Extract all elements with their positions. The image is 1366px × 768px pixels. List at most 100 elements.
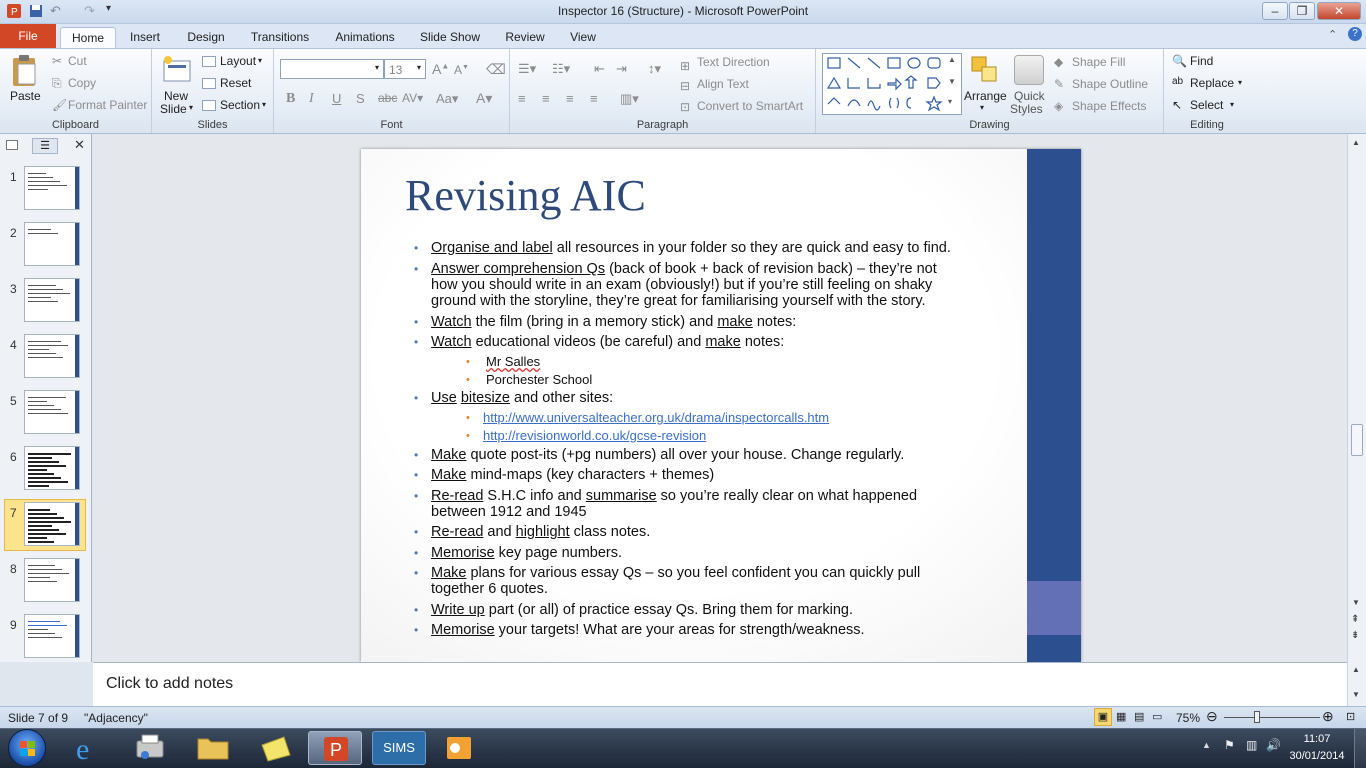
find-button[interactable]: Find — [1190, 54, 1213, 68]
cut-button[interactable]: Cut — [68, 54, 87, 68]
slide-thumbnail[interactable] — [24, 558, 80, 602]
bullet-11[interactable]: Make plans for various essay Qs – so you… — [431, 565, 920, 581]
slide-thumbnail[interactable] — [24, 334, 80, 378]
shapes-icon[interactable] — [823, 54, 961, 114]
bullet-10[interactable]: Memorise key page numbers. — [431, 545, 622, 561]
section-dropdown-icon[interactable]: ▾ — [262, 100, 266, 109]
quick-styles-label-2[interactable]: Styles — [1010, 102, 1043, 116]
columns-icon[interactable]: ▥▾ — [620, 91, 639, 107]
tab-view[interactable]: View — [562, 27, 604, 48]
bullet-4[interactable]: Watch educational videos (be careful) an… — [431, 334, 784, 350]
maximize-button[interactable]: ❐ — [1289, 2, 1315, 20]
link-universalteacher[interactable]: http://www.universalteacher.org.uk/drama… — [483, 410, 829, 426]
slide-title[interactable]: Revising AIC — [405, 170, 646, 221]
slide-thumbnail[interactable] — [24, 166, 80, 210]
bullet-5[interactable]: Use bitesize and other sites: — [431, 390, 613, 406]
slide-thumbnail[interactable] — [24, 222, 80, 266]
slide-thumbnail[interactable] — [24, 278, 80, 322]
slide-thumbnail[interactable] — [24, 446, 80, 490]
reset-button[interactable]: Reset — [220, 76, 251, 90]
bullet-7[interactable]: Make mind-maps (key characters + themes) — [431, 467, 714, 483]
scroll-thumb[interactable] — [1351, 424, 1363, 456]
clock-time[interactable]: 11:07 — [1292, 733, 1342, 745]
close-panel-icon[interactable]: ✕ — [74, 137, 85, 153]
normal-view-icon[interactable]: ▣ — [1094, 708, 1112, 726]
taskbar-powerpoint[interactable]: P — [308, 731, 362, 765]
font-size-dropdown-icon[interactable]: ▾ — [417, 63, 421, 72]
convert-smartart-button[interactable]: Convert to SmartArt — [697, 99, 803, 113]
slide-thumbnail[interactable] — [24, 390, 80, 434]
italic-icon[interactable]: I — [309, 91, 314, 107]
bullet-6[interactable]: Make quote post-its (+pg numbers) all ov… — [431, 447, 904, 463]
zoom-out-icon[interactable]: ⊖ — [1206, 708, 1218, 725]
shapes-scroll-down-icon[interactable]: ▼ — [948, 77, 956, 86]
shapes-scroll-up-icon[interactable]: ▲ — [948, 55, 956, 64]
taskbar-sticky-notes[interactable] — [248, 731, 302, 765]
notes-scroll-down-icon[interactable]: ▼ — [1352, 690, 1360, 699]
zoom-in-icon[interactable]: ⊕ — [1322, 708, 1334, 725]
show-desktop-button[interactable] — [1354, 729, 1366, 768]
clock-date[interactable]: 30/01/2014 — [1282, 750, 1352, 762]
bullet-13[interactable]: Memorise your targets! What are your are… — [431, 622, 865, 638]
layout-dropdown-icon[interactable]: ▾ — [258, 56, 262, 65]
taskbar-explorer[interactable] — [186, 731, 240, 765]
volume-icon[interactable]: 🔊 — [1266, 738, 1281, 752]
font-name-input[interactable] — [280, 59, 384, 79]
notes-pane[interactable] — [93, 662, 1347, 706]
select-dropdown-icon[interactable]: ▾ — [1230, 100, 1234, 109]
quick-styles-label-1[interactable]: Quick — [1014, 89, 1045, 103]
tab-home[interactable]: Home — [60, 27, 116, 48]
line-spacing-icon[interactable]: ↕▾ — [648, 61, 661, 77]
text-direction-button[interactable]: Text Direction — [697, 55, 770, 69]
zoom-level[interactable]: 75% — [1176, 711, 1200, 725]
align-center-icon[interactable]: ≡ — [542, 91, 550, 106]
slide-thumbnail[interactable] — [24, 502, 80, 546]
format-painter-button[interactable]: Format Painter — [68, 98, 147, 112]
taskbar-outlook[interactable] — [433, 731, 487, 765]
shrink-font-icon[interactable]: A▼ — [454, 63, 469, 77]
next-slide-icon[interactable]: ⇟ — [1351, 630, 1359, 641]
tab-slide-show[interactable]: Slide Show — [414, 27, 486, 48]
zoom-slider[interactable] — [1224, 717, 1320, 718]
link-revisionworld[interactable]: http://revisionworld.co.uk/gcse-revision — [483, 428, 706, 444]
tab-animations[interactable]: Animations — [329, 27, 401, 48]
paste-icon[interactable] — [10, 54, 40, 88]
shape-outline-button[interactable]: Shape Outline — [1072, 77, 1148, 91]
tab-design[interactable]: Design — [181, 27, 231, 48]
notes-scroll-up-icon[interactable]: ▲ — [1352, 665, 1360, 674]
minimize-button[interactable]: – — [1262, 2, 1288, 20]
copy-button[interactable]: Copy — [68, 76, 96, 90]
section-button[interactable]: Section — [220, 98, 260, 112]
increase-indent-icon[interactable]: ⇥ — [616, 61, 627, 77]
grow-font-icon[interactable]: A▲ — [432, 61, 449, 77]
arrange-button[interactable]: Arrange — [964, 89, 1007, 103]
character-spacing-icon[interactable]: AV▾ — [402, 91, 423, 105]
align-text-button[interactable]: Align Text — [697, 77, 749, 91]
bullet-1[interactable]: Organise and label all resources in your… — [431, 240, 951, 256]
start-button[interactable] — [8, 729, 46, 767]
taskbar-sims[interactable]: SIMS — [372, 731, 426, 765]
bullets-icon[interactable]: ☰▾ — [518, 61, 536, 77]
clear-formatting-icon[interactable]: ⌫ — [486, 61, 506, 78]
fit-to-window-icon[interactable]: ⊡ — [1346, 710, 1355, 723]
layout-button[interactable]: Layout — [220, 54, 256, 68]
underline-icon[interactable]: U — [332, 91, 341, 106]
notes-placeholder[interactable]: Click to add notes — [106, 675, 233, 693]
network-icon[interactable]: ▥ — [1246, 738, 1257, 752]
tab-file[interactable]: File — [0, 24, 56, 48]
bullet-9[interactable]: Re-read and highlight class notes. — [431, 524, 650, 540]
paste-button[interactable]: Paste — [10, 89, 41, 103]
text-shadow-icon[interactable]: S — [356, 91, 365, 106]
align-left-icon[interactable]: ≡ — [518, 91, 526, 106]
strikethrough-icon[interactable]: abc — [378, 91, 397, 105]
new-slide-dropdown-icon[interactable]: ▾ — [189, 103, 193, 112]
tab-insert[interactable]: Insert — [124, 27, 166, 48]
shape-effects-button[interactable]: Shape Effects — [1072, 99, 1147, 113]
previous-slide-icon[interactable]: ⇞ — [1351, 614, 1359, 625]
font-name-dropdown-icon[interactable]: ▾ — [375, 63, 379, 72]
slide-show-icon[interactable]: ▭ — [1152, 710, 1162, 723]
bullet-2[interactable]: Answer comprehension Qs (back of book + … — [431, 261, 937, 277]
shapes-more-icon[interactable]: ▾ — [948, 97, 952, 106]
arrange-icon[interactable] — [970, 55, 1000, 85]
quick-styles-icon[interactable] — [1014, 55, 1044, 85]
